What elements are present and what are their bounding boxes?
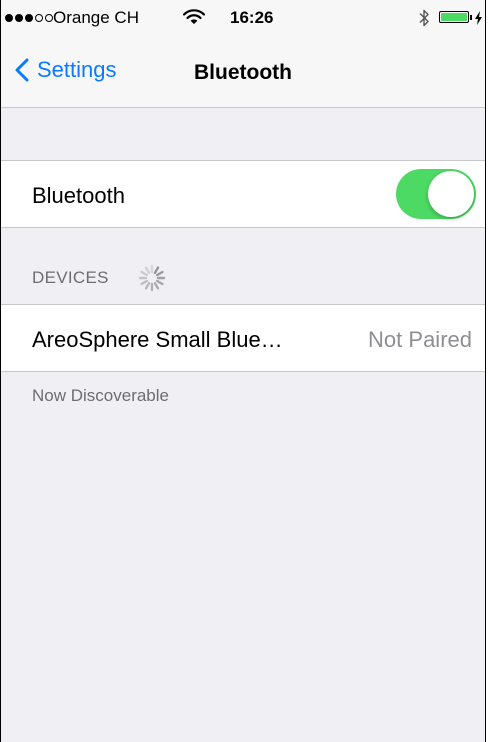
spinner-spoke [153,281,160,290]
status-time: 16:26 [230,8,274,27]
bluetooth-toggle-row: Bluetooth [1,160,485,228]
navigation-bar: Settings Bluetooth [1,34,485,108]
carrier-name: Orange CH [53,8,139,27]
back-button-label: Settings [37,57,117,82]
discoverable-note: Now Discoverable [32,386,169,405]
spinner-spoke [140,270,149,277]
signal-dot [5,14,13,22]
spinner-spoke [140,279,149,286]
toggle-knob [428,171,474,217]
device-name: AreoSphere Small Blue… [32,327,283,352]
battery-nub [470,15,472,20]
signal-strength-icon [5,14,53,22]
spinner-spoke [155,270,164,277]
page-title: Bluetooth [194,61,292,84]
status-bar: Orange CH 16:26 [1,0,485,34]
battery-icon [439,11,469,23]
activity-spinner-icon [137,263,167,298]
signal-dot [25,14,33,22]
bluetooth-icon [418,9,430,32]
signal-dot [15,14,23,22]
wifi-icon [182,9,206,30]
chevron-left-icon [15,58,29,82]
charging-bolt-icon [474,10,483,30]
bluetooth-settings-screen: Orange CH 16:26 Settings Bluetooth Bluet… [0,0,486,742]
devices-section-header: DEVICES [32,268,109,287]
bluetooth-row-label: Bluetooth [32,183,125,208]
back-to-settings-button[interactable]: Settings [15,57,117,83]
spinner-spoke [153,266,160,275]
spinner-spoke [155,279,164,286]
spinner-spoke [144,266,151,275]
device-pairing-status: Not Paired [368,327,472,352]
device-row[interactable]: AreoSphere Small Blue… Not Paired [1,304,485,372]
signal-dot [45,14,53,22]
battery-level [441,13,467,21]
spinner-spoke [144,281,151,290]
bluetooth-toggle-switch[interactable] [396,169,476,219]
signal-dot [35,14,43,22]
